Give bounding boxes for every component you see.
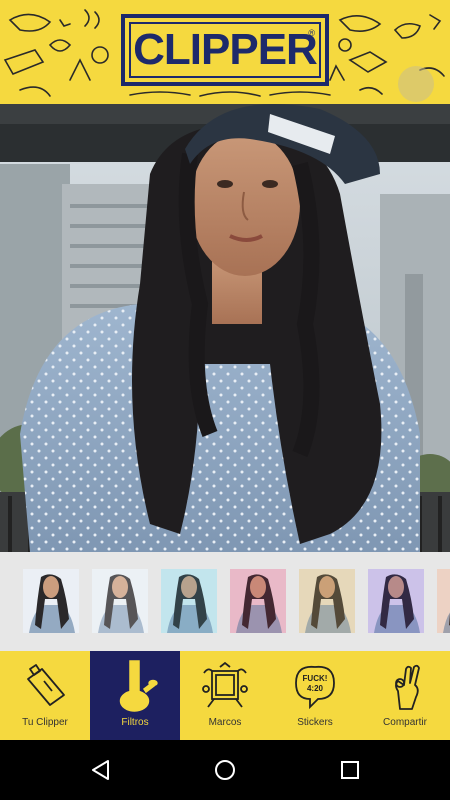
sticker-icon: FUCK! 4:20 <box>295 665 335 710</box>
recents-icon[interactable] <box>338 758 362 782</box>
tool-label: Tu Clipper <box>22 717 68 728</box>
filter-thumbnail-3[interactable] <box>230 569 286 633</box>
tool-label: Stickers <box>297 717 333 728</box>
svg-text:4:20: 4:20 <box>307 684 324 693</box>
filter-thumbnail-2[interactable] <box>161 569 217 633</box>
lighter-icon <box>27 664 65 706</box>
app-header: CLIPPER ® <box>0 0 450 104</box>
tool-compartir[interactable]: Compartir <box>360 651 450 740</box>
back-icon[interactable] <box>88 758 112 782</box>
filter-strip <box>0 552 450 651</box>
tool-label: Filtros <box>121 717 149 728</box>
tool-label: Compartir <box>383 717 427 728</box>
clipper-logo: CLIPPER ® <box>121 14 329 86</box>
filter-thumbnail-6[interactable] <box>437 569 450 633</box>
filter-thumbnail-1[interactable] <box>92 569 148 633</box>
filter-thumbnail-5[interactable] <box>368 569 424 633</box>
tool-tu-clipper[interactable]: Tu Clipper <box>0 651 90 740</box>
filter-thumbnail-4[interactable] <box>299 569 355 633</box>
tool-filtros[interactable]: Filtros <box>90 651 180 740</box>
tool-label: Marcos <box>208 717 242 728</box>
frame-icon <box>202 661 248 708</box>
logo-text: CLIPPER <box>133 25 318 74</box>
bong-icon <box>119 660 158 712</box>
photo-image <box>0 104 450 552</box>
corner-badge-icon[interactable] <box>398 66 434 102</box>
tool-marcos[interactable]: Marcos <box>180 651 270 740</box>
system-nav-bar <box>0 740 450 800</box>
bottom-toolbar: Tu Clipper Filtros Marcos FUCK! 4:20 Sti… <box>0 651 450 740</box>
filter-thumbnail-0[interactable] <box>23 569 79 633</box>
svg-text:FUCK!: FUCK! <box>303 674 328 683</box>
home-icon[interactable] <box>213 758 237 782</box>
hand-icon <box>395 664 420 710</box>
edited-photo <box>0 104 450 552</box>
registered-mark: ® <box>308 28 315 38</box>
app-screen: CLIPPER ® Tu Clipper Filtros Marcos FUCK… <box>0 0 450 800</box>
tool-stickers[interactable]: FUCK! 4:20 Stickers <box>270 651 360 740</box>
